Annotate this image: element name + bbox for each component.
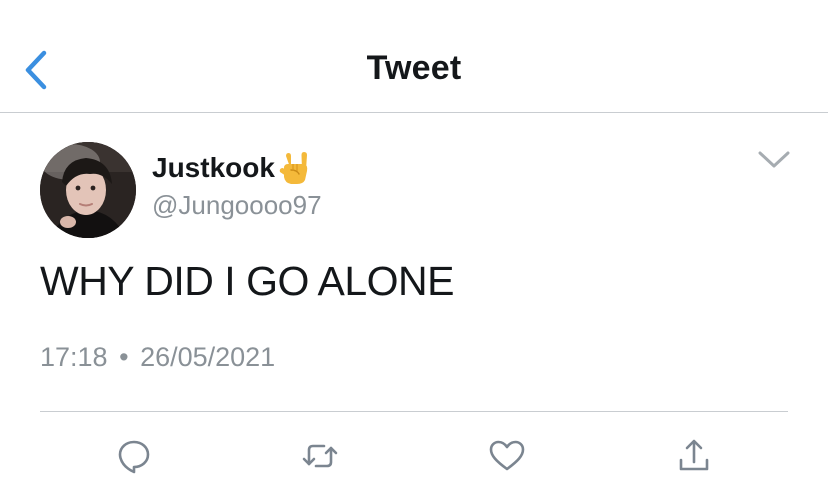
retweet-button[interactable] bbox=[300, 436, 340, 476]
tweet-timestamp: 17:18 • 26/05/2021 bbox=[40, 342, 275, 373]
retweet-icon bbox=[302, 444, 338, 468]
more-options-button[interactable] bbox=[756, 148, 792, 172]
share-button[interactable] bbox=[674, 436, 714, 476]
nav-header: Tweet bbox=[0, 0, 828, 113]
reply-icon bbox=[118, 440, 150, 474]
share-icon bbox=[679, 439, 709, 471]
display-name[interactable]: Justkook bbox=[152, 152, 275, 184]
tweet-date: 26/05/2021 bbox=[140, 342, 276, 372]
like-button[interactable] bbox=[487, 436, 527, 476]
avatar[interactable] bbox=[40, 142, 136, 238]
tweet-detail-screen: Tweet Justkook @Jungoooo97 WHY DID I GO … bbox=[0, 0, 828, 495]
sign-of-the-horns-emoji bbox=[277, 150, 313, 186]
chevron-down-icon bbox=[758, 151, 790, 168]
user-handle[interactable]: @Jungoooo97 bbox=[152, 190, 322, 221]
profile-photo bbox=[40, 142, 136, 238]
tweet-time: 17:18 bbox=[40, 342, 108, 372]
tweet-text: WHY DID I GO ALONE bbox=[40, 258, 455, 304]
reply-button[interactable] bbox=[114, 436, 154, 476]
page-title: Tweet bbox=[366, 49, 462, 87]
heart-icon bbox=[489, 440, 525, 471]
display-name-row[interactable]: Justkook bbox=[152, 148, 313, 188]
separator-dot: • bbox=[119, 342, 129, 372]
divider bbox=[40, 411, 788, 412]
